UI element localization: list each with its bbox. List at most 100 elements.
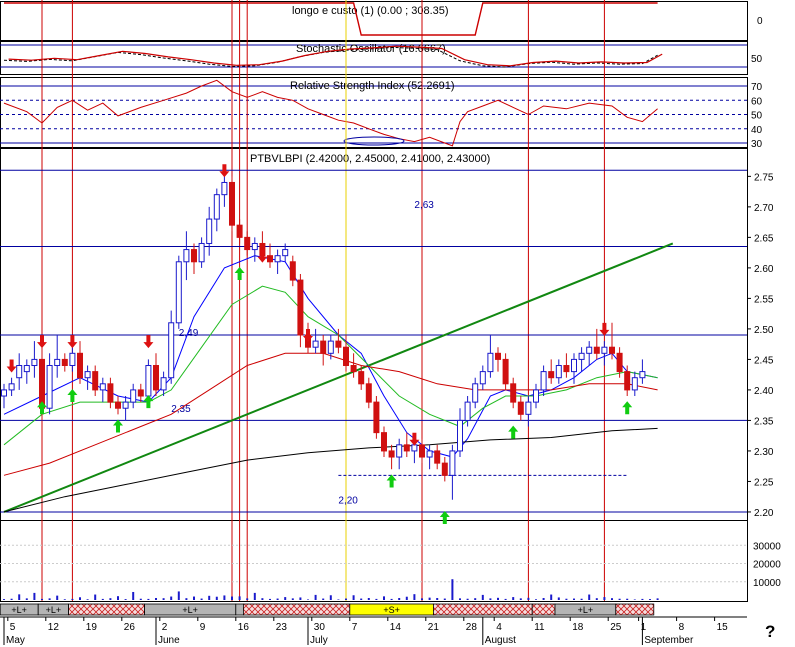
signal-segment-label: +L+ bbox=[11, 605, 27, 615]
candle-body bbox=[54, 358, 61, 367]
volume-tick-label: 10000 bbox=[753, 578, 781, 589]
candle-body bbox=[388, 450, 395, 458]
date-tick-label: 8 bbox=[679, 622, 685, 633]
candle-body bbox=[130, 389, 137, 403]
candle-body bbox=[343, 346, 349, 367]
help-icon[interactable]: ? bbox=[765, 622, 775, 642]
date-tick-label: 5 bbox=[10, 622, 16, 633]
signal-segment bbox=[68, 603, 145, 616]
signal-segment-label: +S+ bbox=[383, 605, 400, 615]
candle-body bbox=[289, 261, 296, 281]
candle-body bbox=[426, 450, 433, 458]
candle-body bbox=[198, 242, 205, 263]
candle-body bbox=[464, 401, 471, 421]
candle-body bbox=[434, 450, 441, 464]
signal-segment-label: +L+ bbox=[182, 605, 198, 615]
rsi-highlight-ellipse bbox=[343, 136, 405, 146]
candle-body bbox=[1, 389, 7, 397]
candle-body bbox=[403, 444, 410, 452]
date-tick-label: 11 bbox=[534, 622, 545, 633]
candle-body bbox=[23, 365, 30, 373]
candle-body bbox=[571, 358, 577, 373]
candle-body bbox=[77, 352, 83, 379]
price-tick-label: 2.45 bbox=[754, 355, 774, 366]
volume-tick-label: 30000 bbox=[753, 541, 781, 552]
candle-body bbox=[251, 242, 258, 251]
date-tick-label: 1 bbox=[641, 622, 647, 633]
sell-arrow bbox=[143, 335, 154, 349]
candle-body bbox=[616, 352, 623, 373]
candle-body bbox=[31, 358, 38, 367]
month-tick-label: May bbox=[6, 635, 25, 646]
candle-body bbox=[115, 401, 121, 409]
candle-body bbox=[327, 340, 334, 354]
candle-body bbox=[191, 249, 197, 263]
candle-body bbox=[548, 371, 555, 379]
candle-body bbox=[373, 401, 380, 434]
buy-arrow bbox=[622, 401, 633, 415]
signal-segment bbox=[242, 603, 351, 616]
ma-black-line bbox=[3, 427, 658, 513]
candle-body bbox=[365, 383, 372, 403]
date-tick-label: 23 bbox=[276, 622, 288, 633]
candle-body bbox=[8, 383, 15, 391]
candle-body bbox=[183, 249, 190, 263]
signal-segment bbox=[531, 603, 556, 616]
month-tick-label: September bbox=[644, 635, 694, 646]
candle-body bbox=[84, 371, 91, 379]
month-tick-label: June bbox=[158, 635, 180, 646]
candle-body bbox=[213, 194, 220, 220]
candle-body bbox=[107, 383, 114, 403]
buy-arrow bbox=[67, 389, 78, 403]
candle-body bbox=[609, 346, 615, 354]
candle-body bbox=[578, 352, 585, 360]
candle-body bbox=[274, 255, 281, 263]
buy-arrow bbox=[37, 401, 47, 415]
date-tick-label: 9 bbox=[200, 622, 206, 633]
candle-body bbox=[502, 358, 509, 385]
price-tick-label: 2.20 bbox=[754, 508, 774, 519]
candle-body bbox=[335, 340, 342, 348]
rsi-tick-label: 60 bbox=[751, 96, 763, 107]
candle-body bbox=[153, 365, 159, 391]
candle-body bbox=[229, 181, 235, 226]
candle-body bbox=[517, 401, 524, 415]
rsi-tick-label: 50 bbox=[751, 111, 763, 122]
candle-body bbox=[244, 236, 251, 251]
buy-arrow bbox=[234, 266, 245, 280]
rsi-panel-title: Relative Strength Index (52.2691) bbox=[290, 80, 455, 92]
buy-arrow bbox=[439, 511, 450, 525]
candle-body bbox=[487, 352, 494, 373]
candle-body bbox=[411, 444, 418, 452]
month-tick-label: August bbox=[485, 635, 516, 646]
signal-segment-label: +L+ bbox=[578, 605, 594, 615]
price-tick-label: 2.35 bbox=[754, 416, 774, 427]
level-label: 2,20 bbox=[338, 496, 358, 507]
date-tick-label: 25 bbox=[610, 622, 622, 633]
candle-body bbox=[495, 352, 501, 360]
candle-body bbox=[510, 383, 517, 403]
candle-body bbox=[39, 358, 45, 409]
candle-body bbox=[472, 383, 479, 403]
signal-segment bbox=[615, 603, 655, 616]
date-tick-label: 18 bbox=[572, 622, 584, 633]
date-tick-label: 2 bbox=[162, 622, 168, 633]
candle-body bbox=[99, 383, 106, 391]
candle-body bbox=[639, 371, 646, 379]
candle-body bbox=[381, 432, 387, 452]
candle-body bbox=[92, 371, 99, 391]
chart-window: longo e custo (1) (0.00 ; 308.35) 0 Stocha… bbox=[0, 0, 795, 647]
date-tick-label: 14 bbox=[390, 622, 402, 633]
price-tick-label: 2.70 bbox=[754, 203, 774, 214]
price-tick-label: 2.50 bbox=[754, 325, 774, 336]
candle-body bbox=[61, 358, 68, 367]
candle-body bbox=[555, 365, 562, 379]
candle-body bbox=[449, 450, 456, 476]
candle-body bbox=[137, 389, 144, 397]
date-tick-label: 7 bbox=[352, 622, 358, 633]
price-tick-label: 2.75 bbox=[754, 172, 774, 183]
cost-panel-title: longo e custo (1) (0.00 ; 308.35) bbox=[292, 5, 449, 17]
rsi-tick-label: 40 bbox=[751, 125, 763, 136]
candle-body bbox=[221, 181, 228, 196]
candle-body bbox=[533, 389, 539, 403]
